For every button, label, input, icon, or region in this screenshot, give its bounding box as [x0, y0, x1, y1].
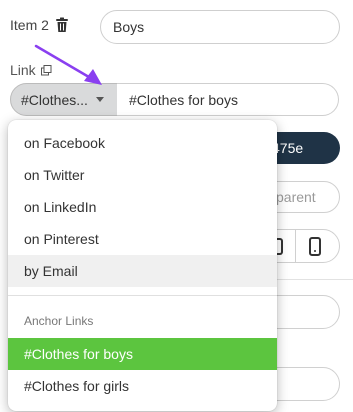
- dropdown-item-anchor-boys[interactable]: #Clothes for boys: [8, 338, 277, 370]
- dropdown-item-pinterest[interactable]: on Pinterest: [8, 223, 277, 255]
- tablet-icon[interactable]: [277, 238, 283, 255]
- dropdown-item-label: on Pinterest: [24, 231, 99, 247]
- dropdown-item-linkedin[interactable]: on LinkedIn: [8, 191, 277, 223]
- dropdown-item-label: by Email: [24, 263, 78, 279]
- link-type-selected: #Clothes...: [21, 91, 88, 108]
- dropdown-item-label: #Clothes for boys: [24, 346, 133, 362]
- link-url-value: #Clothes for boys: [129, 91, 238, 108]
- section-divider: [275, 279, 353, 280]
- device-separator: [295, 230, 296, 262]
- item-label-row: Item 2: [10, 17, 69, 33]
- dropdown-item-anchor-girls[interactable]: #Clothes for girls: [8, 370, 277, 402]
- trash-icon[interactable]: [55, 17, 69, 33]
- dropdown-item-twitter[interactable]: on Twitter: [8, 159, 277, 191]
- item-label: Item 2: [10, 17, 49, 33]
- link-url-input[interactable]: #Clothes for boys: [117, 83, 339, 116]
- dropdown-group-label: Anchor Links: [24, 314, 94, 328]
- dropdown-item-label: on LinkedIn: [24, 199, 97, 215]
- caret-down-icon: [95, 97, 104, 102]
- annotation-arrow-icon: [34, 44, 102, 85]
- dropdown-item-label: on Twitter: [24, 167, 85, 183]
- link-type-dropdown: on Facebook on Twitter on LinkedIn on Pi…: [8, 120, 277, 411]
- item-name-value: Boys: [113, 19, 145, 35]
- item-name-input[interactable]: Boys: [100, 10, 340, 44]
- dropdown-item-label: on Facebook: [24, 135, 105, 151]
- dropdown-separator: [8, 295, 277, 296]
- dropdown-item-email[interactable]: by Email: [8, 255, 277, 287]
- phone-icon[interactable]: [309, 237, 321, 256]
- dropdown-item-facebook[interactable]: on Facebook: [8, 127, 277, 159]
- dropdown-item-label: #Clothes for girls: [24, 378, 130, 394]
